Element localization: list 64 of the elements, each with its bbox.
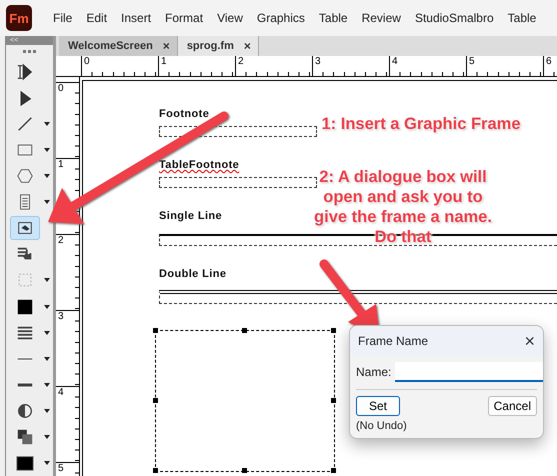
ruler-number: 5: [466, 56, 543, 76]
paragraph-label: Single Line: [159, 210, 222, 222]
menu-item[interactable]: Edit: [79, 11, 114, 25]
ruler-number: 4: [56, 386, 79, 462]
ruler-number: 1: [158, 56, 235, 76]
ruler-number: 2: [235, 56, 312, 76]
menu-item[interactable]: Insert: [114, 11, 158, 25]
line-widths-icon: [16, 324, 34, 342]
ruler-number: 0: [56, 82, 79, 158]
line-icon: [16, 115, 34, 134]
ruler-number: 2: [56, 234, 79, 310]
menu-item[interactable]: Graphics: [250, 11, 312, 25]
dropdown-arrow-icon[interactable]: [44, 460, 50, 465]
close-icon[interactable]: ×: [244, 39, 251, 53]
overlap-icon: [16, 428, 34, 446]
document-tab[interactable]: WelcomeScreen ×: [59, 36, 178, 56]
menu-item[interactable]: Format: [158, 11, 210, 25]
ruler-number: 4: [389, 56, 466, 76]
dialog-title: Frame Name: [358, 334, 428, 348]
close-icon[interactable]: ×: [162, 39, 170, 53]
close-button[interactable]: ×: [524, 330, 535, 352]
paragraph-label: TableFootnote: [159, 159, 240, 171]
text-select-icon: [16, 62, 34, 81]
dropdown-arrow-icon[interactable]: [44, 408, 50, 413]
dropdown-arrow-icon[interactable]: [44, 200, 50, 204]
note-text: (No Undo): [355, 419, 408, 434]
tool-button[interactable]: [10, 216, 40, 240]
annotation-text: 1: Insert a Graphic Frame: [320, 114, 522, 134]
ruler-number: 6: [543, 56, 557, 76]
document-tab[interactable]: sprog.fm ×: [178, 36, 259, 56]
menu-item[interactable]: Table: [500, 11, 544, 25]
app-logo: Fm: [6, 5, 32, 31]
ruler-number: 0: [81, 56, 158, 76]
menu-item[interactable]: View: [210, 11, 250, 25]
field-label: Name:: [356, 365, 392, 379]
thin-line-icon: [16, 356, 34, 361]
menu-item[interactable]: File: [46, 11, 80, 25]
dialog-button[interactable]: Set: [356, 396, 400, 416]
dialog-button[interactable]: Cancel: [488, 396, 537, 416]
menu-item[interactable]: Review: [354, 11, 408, 25]
ruler-number: 3: [56, 310, 79, 386]
dropdown-arrow-icon[interactable]: [44, 382, 50, 387]
fill-icon: [16, 298, 34, 316]
dropdown-arrow-icon[interactable]: [44, 434, 50, 439]
dropdown-arrow-icon[interactable]: [44, 122, 50, 126]
thick-line-icon: [16, 382, 34, 387]
dropdown-arrow-icon[interactable]: [44, 356, 50, 361]
grip-handle[interactable]: [23, 50, 36, 56]
name-field[interactable]: [395, 362, 543, 382]
dropdown-arrow-icon[interactable]: [44, 304, 50, 309]
dotted-rect-icon: [16, 271, 34, 290]
dropdown-arrow-icon[interactable]: [44, 278, 50, 282]
half-circle-icon: [16, 402, 34, 420]
menu-item[interactable]: StudioSmalbro: [408, 11, 501, 25]
dropdown-arrow-icon[interactable]: [44, 330, 50, 335]
menu-item[interactable]: Table: [312, 11, 355, 25]
paragraph-label: Footnote: [159, 108, 210, 120]
dropdown-arrow-icon[interactable]: [44, 148, 50, 152]
ruler-number: 5: [56, 462, 79, 476]
color-icon: [16, 454, 34, 472]
dropdown-arrow-icon[interactable]: [44, 174, 50, 178]
paragraph-label: Double Line: [159, 268, 226, 280]
hexagon-icon: [16, 167, 34, 186]
ruler-number: 3: [312, 56, 389, 76]
